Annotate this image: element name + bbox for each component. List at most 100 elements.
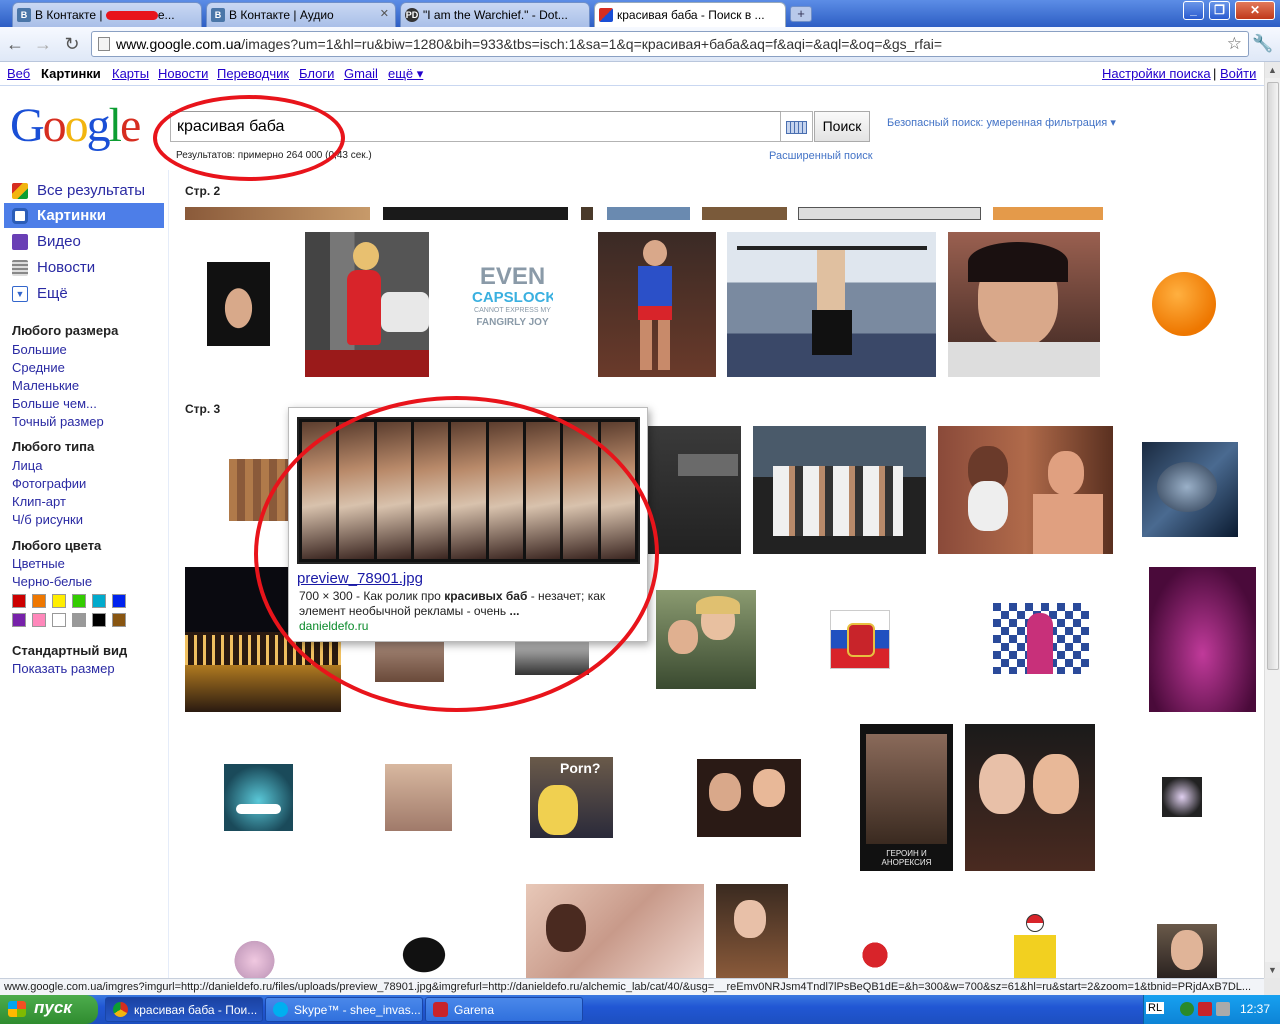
image-result[interactable] <box>305 232 429 377</box>
size-small-link[interactable]: Маленькие <box>12 378 79 393</box>
language-indicator[interactable]: RL <box>1146 1002 1165 1014</box>
image-result[interactable] <box>948 232 1100 377</box>
type-faces-link[interactable]: Лица <box>12 458 42 473</box>
color-swatch[interactable] <box>52 594 66 608</box>
gbar-maps[interactable]: Карты <box>112 66 149 81</box>
wrench-icon[interactable]: 🔧 <box>1252 34 1273 54</box>
sidebar-item-images[interactable]: Картинки <box>4 203 164 228</box>
tab-vk[interactable]: B В Контакте | e... <box>12 2 202 27</box>
color-swatch[interactable] <box>72 613 86 627</box>
google-logo[interactable]: Google <box>10 98 141 154</box>
taskbar-chrome[interactable]: красивая баба - Пои... <box>105 997 263 1022</box>
image-result[interactable] <box>1152 272 1216 336</box>
color-swatch[interactable] <box>112 613 126 627</box>
gbar-more[interactable]: ещё ▾ <box>388 66 423 82</box>
type-lineart-link[interactable]: Ч/б рисунки <box>12 512 83 527</box>
sidebar-item-all[interactable]: Все результаты <box>4 178 164 203</box>
scroll-thumb[interactable] <box>1267 82 1279 670</box>
tab-google-images[interactable]: красивая баба - Поиск в ... <box>594 2 786 28</box>
image-result[interactable] <box>1162 777 1202 817</box>
search-settings-link[interactable]: Настройки поиска <box>1102 66 1211 81</box>
color-swatch[interactable] <box>52 613 66 627</box>
type-photos-link[interactable]: Фотографии <box>12 476 86 491</box>
image-result[interactable] <box>938 426 1113 554</box>
maximize-button[interactable]: ❐ <box>1209 1 1230 20</box>
start-button[interactable]: пуск <box>0 995 98 1024</box>
image-result[interactable]: Porn? <box>530 757 613 838</box>
image-result[interactable] <box>607 207 690 220</box>
image-result[interactable] <box>1149 567 1256 712</box>
tray-icon[interactable] <box>1216 1002 1230 1016</box>
size-large-link[interactable]: Большие <box>12 342 67 357</box>
vertical-scrollbar[interactable]: ▲ ▼ <box>1264 62 1280 978</box>
minimize-button[interactable]: _ <box>1183 1 1204 20</box>
type-clipart-link[interactable]: Клип-арт <box>12 494 66 509</box>
search-button[interactable]: Поиск <box>814 111 870 142</box>
sign-in-link[interactable]: Войти <box>1220 66 1256 81</box>
color-full-link[interactable]: Цветные <box>12 556 65 571</box>
image-result[interactable] <box>697 759 801 837</box>
new-tab-button[interactable]: + <box>790 6 812 22</box>
color-swatch[interactable] <box>32 613 46 627</box>
virtual-keyboard-icon[interactable] <box>781 111 813 142</box>
image-result[interactable] <box>993 603 1089 674</box>
image-result[interactable]: EVEN CAPSLOCK CANNOT EXPRESS MY FANGIRLY… <box>472 264 553 344</box>
taskbar-garena[interactable]: Garena <box>425 997 583 1022</box>
image-result[interactable] <box>382 920 466 978</box>
image-result[interactable] <box>993 207 1103 220</box>
image-result[interactable] <box>656 590 756 689</box>
color-swatch[interactable] <box>12 613 26 627</box>
close-icon[interactable]: ✕ <box>380 7 389 20</box>
show-sizes-link[interactable]: Показать размер <box>12 661 115 676</box>
image-result[interactable] <box>798 207 981 220</box>
bookmark-star-icon[interactable]: ☆ <box>1227 34 1242 54</box>
color-swatch[interactable] <box>12 594 26 608</box>
forward-icon[interactable]: → <box>32 33 54 55</box>
tray-icon[interactable] <box>1198 1002 1212 1016</box>
image-result[interactable] <box>1157 924 1217 978</box>
color-swatch[interactable] <box>112 594 126 608</box>
gbar-web[interactable]: Веб <box>7 66 30 81</box>
scroll-down-icon[interactable]: ▼ <box>1265 962 1280 978</box>
image-result[interactable] <box>234 935 275 978</box>
sidebar-item-news[interactable]: Новости <box>4 255 164 280</box>
gbar-news[interactable]: Новости <box>158 66 208 81</box>
image-result[interactable]: ГЕРОИН И АНОРЕКСИЯ <box>860 724 953 871</box>
size-exact-link[interactable]: Точный размер <box>12 414 104 429</box>
sidebar-item-video[interactable]: Видео <box>4 229 164 254</box>
sidebar-item-more[interactable]: ▼ Ещё <box>4 281 164 306</box>
tray-icon[interactable] <box>1180 1002 1194 1016</box>
image-result[interactable] <box>858 940 892 970</box>
image-result[interactable] <box>526 884 704 978</box>
gbar-blogs[interactable]: Блоги <box>299 66 334 81</box>
image-result[interactable] <box>1142 442 1238 537</box>
image-result[interactable] <box>648 426 741 554</box>
image-result[interactable] <box>830 610 890 669</box>
size-larger-than-link[interactable]: Больше чем... <box>12 396 97 411</box>
image-result[interactable] <box>1014 912 1056 978</box>
image-result[interactable] <box>581 207 593 220</box>
color-swatch[interactable] <box>92 613 106 627</box>
close-window-button[interactable]: ✕ <box>1235 1 1275 20</box>
address-bar[interactable]: www.google.com.ua/images?um=1&hl=ru&biw=… <box>91 31 1249 57</box>
gbar-gmail[interactable]: Gmail <box>344 66 378 81</box>
image-result[interactable] <box>385 764 452 831</box>
image-result[interactable] <box>965 724 1095 871</box>
color-bw-link[interactable]: Черно-белые <box>12 574 92 589</box>
image-result[interactable] <box>716 884 788 978</box>
color-swatch[interactable] <box>72 594 86 608</box>
tab-dota[interactable]: PD "I am the Warchief." - Dot... <box>400 2 590 27</box>
color-swatch[interactable] <box>92 594 106 608</box>
advanced-search-link[interactable]: Расширенный поиск <box>769 150 873 162</box>
safe-search-link[interactable]: Безопасный поиск: умеренная фильтрация ▾ <box>887 116 1116 129</box>
image-result[interactable] <box>224 764 293 831</box>
gbar-translate[interactable]: Переводчик <box>217 66 289 81</box>
back-icon[interactable]: ← <box>4 33 26 55</box>
image-result[interactable] <box>383 207 568 220</box>
size-medium-link[interactable]: Средние <box>12 360 65 375</box>
tab-vk-audio[interactable]: B В Контакте | Аудио ✕ <box>206 2 396 27</box>
image-result[interactable] <box>185 207 370 220</box>
image-result[interactable] <box>702 207 787 220</box>
image-result[interactable] <box>598 232 716 377</box>
image-result[interactable] <box>207 262 270 346</box>
